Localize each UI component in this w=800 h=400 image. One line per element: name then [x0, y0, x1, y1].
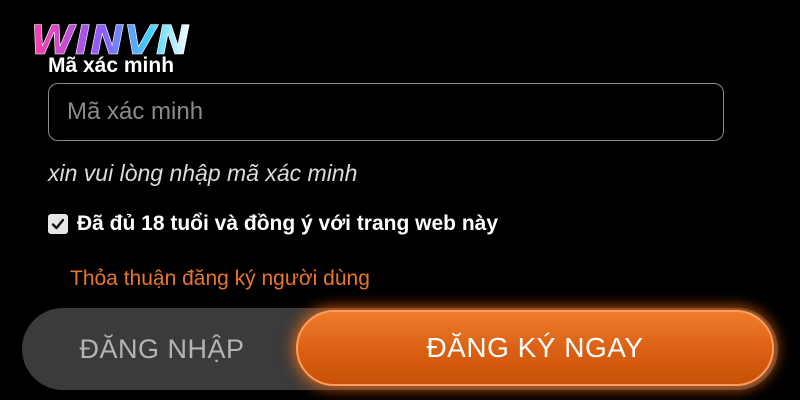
- age-agreement-text: Đã đủ 18 tuổi và đồng ý với trang web nà…: [77, 212, 499, 235]
- verification-code-input[interactable]: [48, 83, 724, 141]
- check-icon: [51, 218, 65, 230]
- register-form-page: WINVN Mã xác minh xin vui lòng nhập mã x…: [0, 0, 800, 400]
- verification-code-label: Mã xác minh: [48, 54, 175, 77]
- user-registration-terms-link[interactable]: Thỏa thuận đăng ký người dùng: [70, 265, 370, 293]
- register-now-button[interactable]: ĐĂNG KÝ NGAY: [296, 310, 774, 386]
- login-button[interactable]: ĐĂNG NHẬP: [22, 308, 302, 390]
- verification-hint: xin vui lòng nhập mã xác minh: [48, 160, 358, 186]
- age-agreement-row: Đã đủ 18 tuổi và đồng ý với trang web nà…: [48, 209, 498, 239]
- age-agreement-checkbox[interactable]: [48, 214, 68, 234]
